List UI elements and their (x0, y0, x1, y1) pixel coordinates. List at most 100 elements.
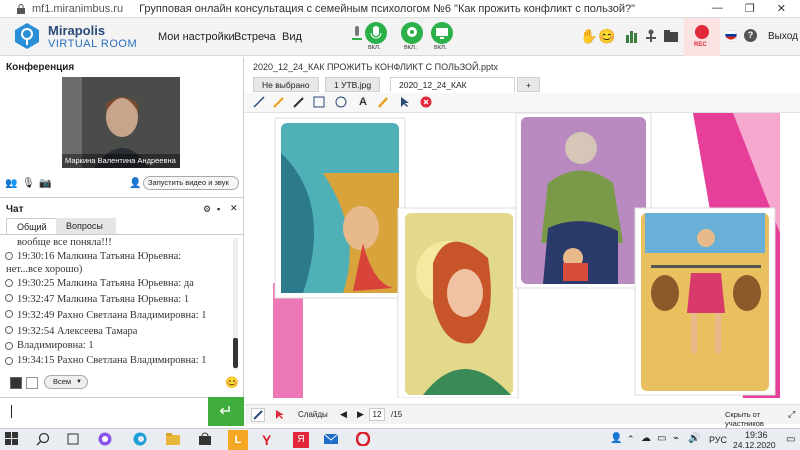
user-mic-icon[interactable]: 🎙 (22, 178, 35, 189)
chat-heading: Чат (6, 204, 24, 215)
close-icon[interactable]: ✕ (777, 2, 786, 15)
help-icon[interactable]: ? (744, 29, 757, 42)
conference-heading: Конференция (6, 62, 75, 73)
menu-meeting[interactable]: Встреча (234, 31, 276, 43)
line-tool-icon[interactable] (253, 96, 265, 108)
person-icon[interactable]: 👤 (610, 433, 622, 444)
notifications-icon[interactable]: ▭ (786, 434, 795, 445)
clear-tool-icon[interactable] (420, 96, 432, 108)
settings-icon[interactable]: ⚙ (203, 204, 211, 215)
yandex-browser-icon[interactable]: Y (262, 432, 278, 448)
expand-icon[interactable]: ⤢ (788, 409, 795, 420)
exit-button[interactable]: Выход (768, 31, 798, 42)
webcam-icon (407, 27, 417, 37)
card-grandmother (515, 113, 652, 289)
microphone-toggle[interactable] (365, 22, 387, 44)
start-video-dropdown[interactable]: Запустить видео и звук (143, 176, 239, 190)
webcam-toggle[interactable] (401, 22, 423, 44)
next-slide-icon[interactable]: ▶ (357, 409, 364, 420)
record-button[interactable]: REC (684, 18, 720, 56)
menu-my-settings[interactable]: Мои настройки (158, 31, 235, 43)
tab-presentation[interactable]: 2020_12_24_КАК ПРОЖИ... (390, 77, 515, 92)
record-icon (695, 25, 709, 39)
tab-questions[interactable]: Вопросы (56, 218, 116, 234)
ellipse-tool-icon[interactable] (335, 96, 347, 108)
close-panel-icon[interactable]: ✕ (230, 203, 238, 214)
statistics-icon[interactable] (626, 29, 638, 46)
pointer-tool-icon[interactable] (399, 96, 411, 108)
text-color-icon[interactable] (10, 377, 22, 389)
participant-video[interactable]: Маркина Валентина Андреевна (62, 77, 180, 168)
tray-chevron-icon[interactable]: ⌃ (627, 434, 635, 445)
emoji-icon[interactable]: 😊 (598, 28, 615, 45)
laser-pointer-icon[interactable] (275, 409, 285, 423)
marker-tool-icon[interactable] (293, 96, 305, 108)
language-indicator[interactable]: РУС (709, 435, 727, 445)
prev-slide-icon[interactable]: ◀ (340, 409, 347, 420)
tree-icon[interactable] (645, 29, 657, 46)
recipient-dropdown[interactable]: Всем ▼ (44, 375, 88, 389)
chat-scrollbar-thumb[interactable] (233, 338, 238, 368)
chat-clock-column (4, 228, 13, 368)
alice-icon[interactable] (98, 432, 114, 448)
store-icon[interactable] (198, 432, 214, 448)
slide-number-input[interactable]: 12 (369, 408, 385, 421)
screen-share-icon (436, 28, 448, 39)
tab-utv-jpg[interactable]: 1 УТВ.jpg (325, 77, 381, 92)
microphone-label: вкл. (368, 44, 381, 51)
windows-start-icon[interactable] (5, 432, 21, 448)
card-weightlifter (634, 207, 776, 396)
text-tool-icon[interactable]: A (357, 96, 369, 108)
search-icon[interactable] (36, 432, 52, 448)
volume-icon[interactable]: 🔊 (688, 433, 700, 444)
highlight-color-icon[interactable] (26, 377, 38, 389)
battery-icon[interactable]: ▭ (657, 433, 666, 444)
raise-hand-icon[interactable]: ✋ (580, 28, 597, 45)
brush-icon[interactable] (251, 408, 265, 422)
chat-message-line: Владимировна: 1 (17, 340, 94, 351)
add-tab-button[interactable]: + (517, 77, 540, 92)
edge-icon[interactable] (133, 432, 149, 448)
logo-title: Mirapolis (48, 23, 106, 38)
slide-controls: Слайды ◀ ▶ 12 /15 Скрыть от участников ⤢ (245, 404, 800, 428)
tab-not-selected[interactable]: Не выбрано (253, 77, 319, 92)
browser-url[interactable]: mf1.miranimbus.ru (32, 3, 123, 15)
chat-message-line: 19:34:15 Рахно Светлана Владимировна: 1 (17, 355, 207, 366)
chat-scrollbar[interactable] (233, 238, 238, 370)
users-icon[interactable]: 👥 (5, 178, 17, 189)
opera-icon[interactable] (355, 431, 372, 448)
send-button[interactable]: ↵ (208, 397, 244, 426)
windows-taskbar: L Y Я 👤 ⌃ ☁ ▭ ⌁ 🔊 РУС 19:36 24.12.2020 ▭ (0, 428, 800, 450)
participant-name: Маркина Валентина Андреевна (62, 154, 180, 168)
network-icon[interactable]: ⌁ (673, 433, 679, 444)
russian-flag-icon[interactable] (724, 29, 738, 45)
menu-view[interactable]: Вид (282, 31, 302, 43)
task-view-icon[interactable] (66, 432, 82, 448)
yandex-icon[interactable]: Я (293, 432, 309, 448)
pencil-tool-icon[interactable] (273, 96, 285, 108)
mirapolis-task-icon[interactable]: L (228, 430, 248, 450)
start-video-label: Запустить видео и звук (148, 178, 229, 187)
file-explorer-icon[interactable] (166, 432, 182, 448)
mirapolis-logo-icon (15, 23, 39, 49)
rectangle-tool-icon[interactable] (313, 96, 325, 108)
folder-icon[interactable] (664, 30, 678, 45)
recipient-label: Всем (53, 377, 72, 386)
slide-total: /15 (391, 410, 403, 419)
fill-tool-icon[interactable] (377, 96, 389, 108)
cloud-icon[interactable]: ☁ (641, 433, 651, 444)
clock-time[interactable]: 19:36 (745, 430, 768, 440)
mail-icon[interactable] (323, 432, 340, 448)
user-cam-icon[interactable]: 📷 (39, 178, 51, 189)
drawing-toolbar: A (245, 93, 800, 113)
maximize-icon[interactable]: ❐ (745, 2, 755, 15)
minimize-panel-icon[interactable]: ▪ (217, 204, 220, 214)
card-woman-water (274, 117, 406, 299)
slides-label[interactable]: Слайды (298, 410, 328, 419)
clock-date[interactable]: 24.12.2020 (733, 440, 776, 450)
minimize-icon[interactable]: — (712, 2, 723, 15)
screen-share-toggle[interactable] (431, 22, 453, 44)
presentation-slide[interactable] (273, 113, 780, 398)
emoji-picker-icon[interactable]: 😊 (225, 376, 239, 389)
app-header: Mirapolis VIRTUAL ROOM Мои настройки Вст… (0, 18, 800, 56)
